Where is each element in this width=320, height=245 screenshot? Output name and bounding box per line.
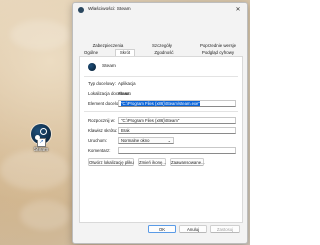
comment-label: Komentarz:: [88, 148, 111, 153]
steam-icon: ↗: [31, 124, 51, 147]
properties-dialog: Właściwości: Steam ✕ Zabezpieczenia Szcz…: [72, 2, 248, 244]
divider: [84, 111, 238, 112]
tab-row-top: Zabezpieczenia Szczegóły Poprzednie wers…: [79, 42, 243, 49]
target-input[interactable]: "C:\Program Files (x86)\Steam\steam.exe": [118, 100, 236, 107]
start-in-input[interactable]: "C:\Program Files (x86)\Steam": [118, 117, 236, 124]
title-bar[interactable]: Właściwości: Steam ✕: [73, 3, 247, 17]
shortcut-arrow-icon: ↗: [37, 138, 46, 147]
apply-button[interactable]: Zastosuj: [210, 225, 240, 233]
comment-input[interactable]: [118, 147, 236, 154]
shortcut-key-input[interactable]: Brak: [118, 127, 236, 134]
tab-compatibility[interactable]: Zgodność: [151, 49, 177, 56]
start-in-label: Rozpocznij w:: [88, 118, 116, 123]
tab-row-bottom: Ogólne Skrót Zgodność Podgląd cyfrowy: [79, 49, 243, 56]
target-location-value: Steam: [118, 91, 131, 96]
run-select-value: Normalne okno: [121, 138, 150, 143]
wallpaper-highlight: [0, 150, 70, 190]
close-icon: ✕: [235, 7, 241, 13]
open-file-location-button[interactable]: Otwórz lokalizację pliku: [88, 158, 134, 166]
desktop-shortcut-steam[interactable]: ↗ Steam: [26, 124, 56, 153]
run-label: Uruchom:: [88, 138, 108, 143]
target-type-label: Typ docelowy:: [88, 81, 116, 86]
steam-icon: [78, 7, 84, 13]
chevron-down-icon: ⌄: [167, 138, 171, 143]
tab-digital-signatures[interactable]: Podgląd cyfrowy: [195, 49, 241, 56]
steam-icon: [88, 63, 96, 71]
shortcut-key-label: Klawisz skrótu:: [88, 128, 118, 133]
tab-shortcut[interactable]: Skrót: [115, 49, 135, 56]
divider: [84, 76, 238, 77]
change-icon-button[interactable]: Zmień ikonę...: [138, 158, 166, 166]
target-input-value: "C:\Program Files (x86)\Steam\steam.exe": [121, 101, 200, 106]
close-button[interactable]: ✕: [233, 5, 243, 15]
shortcut-name: Steam: [102, 64, 116, 69]
advanced-button[interactable]: Zaawansowane...: [170, 158, 205, 166]
run-select[interactable]: Normalne okno ⌄: [118, 137, 174, 144]
tab-details[interactable]: Szczegóły: [149, 42, 175, 49]
tab-general[interactable]: Ogólne: [81, 49, 101, 56]
desktop-shortcut-label: Steam: [33, 147, 49, 153]
shortcut-tab-panel: Steam Typ docelowy: Aplikacja Lokalizacj…: [79, 56, 243, 223]
ok-button[interactable]: OK: [148, 225, 176, 233]
cancel-button[interactable]: Anuluj: [179, 225, 207, 233]
dialog-title: Właściwości: Steam: [88, 7, 131, 12]
tab-security[interactable]: Zabezpieczenia: [89, 42, 127, 49]
wallpaper-highlight: [10, 20, 70, 50]
tab-previous-versions[interactable]: Poprzednie wersje: [195, 42, 241, 49]
wallpaper-highlight: [20, 200, 70, 230]
target-type-value: Aplikacja: [118, 81, 136, 86]
desktop: ↗ Steam Właściwości: Steam ✕ Zabezpiecze…: [0, 0, 250, 245]
